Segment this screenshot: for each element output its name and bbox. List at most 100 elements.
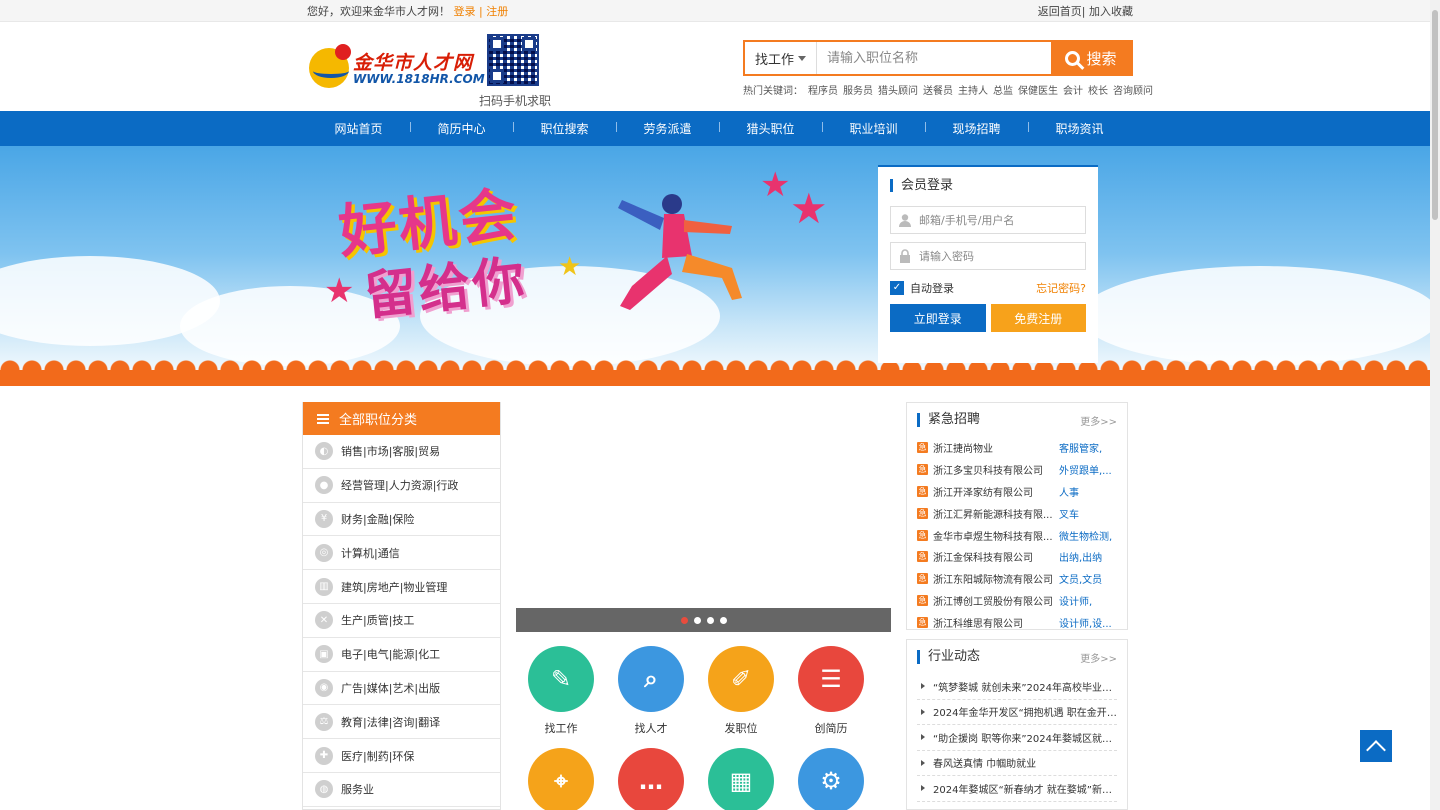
urgent-job[interactable]: 设计师, bbox=[1059, 593, 1115, 608]
urgent-company[interactable]: 浙江汇昇新能源科技有限... bbox=[933, 506, 1053, 521]
quick-chat[interactable]: … bbox=[606, 748, 696, 810]
home-link[interactable]: 返回首页| bbox=[1038, 5, 1086, 18]
news-item[interactable]: “筑梦婺城 就创未来”2024年高校毕业生就... bbox=[917, 674, 1117, 700]
urgent-job[interactable]: 出纳,出纳 bbox=[1059, 549, 1115, 564]
urgent-job[interactable]: 叉车 bbox=[1059, 506, 1115, 521]
nav-training[interactable]: 职业培训 bbox=[822, 120, 925, 137]
nav-job-search[interactable]: 职位搜索 bbox=[513, 120, 616, 137]
username-input[interactable] bbox=[919, 213, 1069, 227]
category-item[interactable]: ▣ 电子|电气|能源|化工 bbox=[303, 638, 500, 672]
urgent-company[interactable]: 浙江多宝贝科技有限公司 bbox=[933, 462, 1053, 477]
hot-keyword[interactable]: 咨询顾问 bbox=[1113, 86, 1153, 97]
news-item-title[interactable]: “助企援岗 职等你来”2024年婺城区就业专... bbox=[933, 730, 1117, 745]
urgent-item[interactable]: 急浙江科维思有限公司 设计师,设... bbox=[917, 611, 1117, 633]
scrollbar-thumb[interactable] bbox=[1432, 10, 1438, 220]
category-item[interactable]: ▥ 建筑|房地产|物业管理 bbox=[303, 570, 500, 604]
hot-keyword[interactable]: 送餐员 bbox=[923, 86, 953, 97]
quick-map[interactable]: ⌖ bbox=[516, 748, 606, 810]
hot-keyword[interactable]: 会计 bbox=[1063, 86, 1083, 97]
quick-find-talent[interactable]: ⌕ 找人才 bbox=[606, 646, 696, 736]
site-logo[interactable]: 金华市人才网 WWW.1818HR.COM bbox=[307, 44, 485, 92]
register-link[interactable]: 注册 bbox=[486, 5, 508, 18]
news-item[interactable]: 2024年金华开发区“拥抱机遇 职在金开”招... bbox=[917, 700, 1117, 725]
search-button[interactable]: 搜索 bbox=[1051, 42, 1131, 74]
nav-headhunter[interactable]: 猎头职位 bbox=[719, 120, 822, 137]
quick-post-job[interactable]: ✐ 发职位 bbox=[696, 646, 786, 736]
category-icon: ⚖ bbox=[315, 712, 333, 731]
urgent-item[interactable]: 急浙江多宝贝科技有限公司 外贸跟单,... bbox=[917, 459, 1117, 481]
category-item[interactable]: ● 经营管理|人力资源|行政 bbox=[303, 469, 500, 503]
urgent-job[interactable]: 微生物检测, bbox=[1059, 528, 1115, 543]
category-icon: ▥ bbox=[315, 577, 333, 596]
carousel-dot[interactable] bbox=[706, 616, 714, 624]
urgent-company[interactable]: 金华市卓煜生物科技有限... bbox=[933, 528, 1053, 543]
news-item-title[interactable]: 2024年婺城区“新春纳才 就在婺城”新春大... bbox=[933, 781, 1117, 796]
category-item[interactable]: ⚖ 教育|法律|咨询|翻译 bbox=[303, 705, 500, 740]
urgent-item[interactable]: 急金华市卓煜生物科技有限... 微生物检测, bbox=[917, 524, 1117, 546]
urgent-more-link[interactable]: 更多>> bbox=[1080, 413, 1117, 428]
urgent-item[interactable]: 急浙江博创工贸股份有限公司 设计师, bbox=[917, 590, 1117, 612]
urgent-job[interactable]: 人事 bbox=[1059, 484, 1115, 499]
urgent-company[interactable]: 浙江捷尚物业 bbox=[933, 440, 1053, 455]
quick-hire[interactable]: ⚙ bbox=[786, 748, 876, 810]
page-scrollbar[interactable] bbox=[1430, 0, 1440, 810]
urgent-company[interactable]: 浙江科维思有限公司 bbox=[933, 615, 1053, 630]
search-input[interactable] bbox=[817, 42, 1051, 74]
urgent-item[interactable]: 急浙江汇昇新能源科技有限... 叉车 bbox=[917, 502, 1117, 524]
urgent-company[interactable]: 浙江金保科技有限公司 bbox=[933, 549, 1053, 564]
hot-keyword[interactable]: 主持人 bbox=[958, 86, 988, 97]
nav-onsite[interactable]: 现场招聘 bbox=[925, 120, 1028, 137]
register-button[interactable]: 免费注册 bbox=[990, 304, 1086, 332]
urgent-job[interactable]: 外贸跟单,... bbox=[1059, 462, 1115, 477]
urgent-company[interactable]: 浙江东阳城际物流有限公司 bbox=[933, 571, 1053, 586]
category-item[interactable]: ✕ 生产|质管|技工 bbox=[303, 604, 500, 638]
carousel-dot[interactable] bbox=[719, 616, 727, 624]
carousel-dot[interactable] bbox=[693, 616, 701, 624]
urgent-company[interactable]: 浙江博创工贸股份有限公司 bbox=[933, 593, 1053, 608]
auto-login-checkbox[interactable]: ✓ 自动登录 bbox=[890, 280, 954, 296]
forgot-password-link[interactable]: 忘记密码? bbox=[1036, 280, 1086, 296]
urgent-item[interactable]: 急浙江东阳城际物流有限公司 文员,文员 bbox=[917, 568, 1117, 590]
hot-keyword[interactable]: 猎头顾问 bbox=[878, 86, 918, 97]
category-item[interactable]: ¥ 财务|金融|保险 bbox=[303, 503, 500, 537]
urgent-item[interactable]: 急浙江开泽家纺有限公司 人事 bbox=[917, 481, 1117, 503]
hot-keyword[interactable]: 保健医生 bbox=[1018, 86, 1058, 97]
news-item-title[interactable]: “筑梦婺城 就创未来”2024年高校毕业生就... bbox=[933, 679, 1117, 694]
nav-dispatch[interactable]: 劳务派遣 bbox=[616, 120, 719, 137]
quick-find-job[interactable]: ✎ 找工作 bbox=[516, 646, 606, 736]
news-item-title[interactable]: 2024年金华开发区“拥抱机遇 职在金开”招... bbox=[933, 704, 1117, 719]
news-item[interactable]: “助企援岗 职等你来”2024年婺城区就业专... bbox=[917, 725, 1117, 751]
hot-keyword[interactable]: 总监 bbox=[993, 86, 1013, 97]
hot-keyword[interactable]: 校长 bbox=[1088, 86, 1108, 97]
password-input[interactable] bbox=[919, 249, 1069, 263]
hot-keyword[interactable]: 程序员 bbox=[808, 86, 838, 97]
urgent-item[interactable]: 急浙江金保科技有限公司 出纳,出纳 bbox=[917, 546, 1117, 568]
urgent-item[interactable]: 急浙江捷尚物业 客服管家, bbox=[917, 437, 1117, 459]
back-to-top-button[interactable] bbox=[1360, 730, 1392, 762]
carousel-dot[interactable] bbox=[680, 616, 688, 624]
quick-create-resume[interactable]: ☰ 创简历 bbox=[786, 646, 876, 736]
urgent-company[interactable]: 浙江开泽家纺有限公司 bbox=[933, 484, 1053, 499]
urgent-job[interactable]: 客服管家, bbox=[1059, 440, 1115, 455]
news-item[interactable]: 春风送真情 巾帼助就业 bbox=[917, 751, 1117, 776]
category-item[interactable]: ◍ 服务业 bbox=[303, 773, 500, 807]
nav-news[interactable]: 职场资讯 bbox=[1028, 120, 1131, 137]
category-item[interactable]: ◎ 计算机|通信 bbox=[303, 536, 500, 571]
nav-home[interactable]: 网站首页 bbox=[307, 120, 410, 137]
quick-company[interactable]: ▦ bbox=[696, 748, 786, 810]
login-link[interactable]: 登录 bbox=[454, 5, 476, 18]
news-item-title[interactable]: 春风送真情 巾帼助就业 bbox=[933, 755, 1036, 770]
urgent-job[interactable]: 设计师,设... bbox=[1059, 615, 1115, 630]
nav-resume[interactable]: 简历中心 bbox=[410, 120, 513, 137]
urgent-job[interactable]: 文员,文员 bbox=[1059, 571, 1115, 586]
hot-keyword[interactable]: 服务员 bbox=[843, 86, 873, 97]
category-item[interactable]: ◉ 广告|媒体|艺术|出版 bbox=[303, 672, 500, 706]
news-item[interactable]: 2024年婺城区“新春纳才 就在婺城”新春大... bbox=[917, 776, 1117, 802]
chevron-up-icon bbox=[1366, 739, 1386, 760]
login-button[interactable]: 立即登录 bbox=[890, 304, 986, 332]
news-more-link[interactable]: 更多>> bbox=[1080, 650, 1117, 665]
category-item[interactable]: ◐ 销售|市场|客服|贸易 bbox=[303, 435, 500, 469]
favorite-link[interactable]: 加入收藏 bbox=[1089, 5, 1133, 18]
search-type-select[interactable]: 找工作 bbox=[745, 42, 817, 74]
category-item[interactable]: ✚ 医疗|制药|环保 bbox=[303, 739, 500, 773]
